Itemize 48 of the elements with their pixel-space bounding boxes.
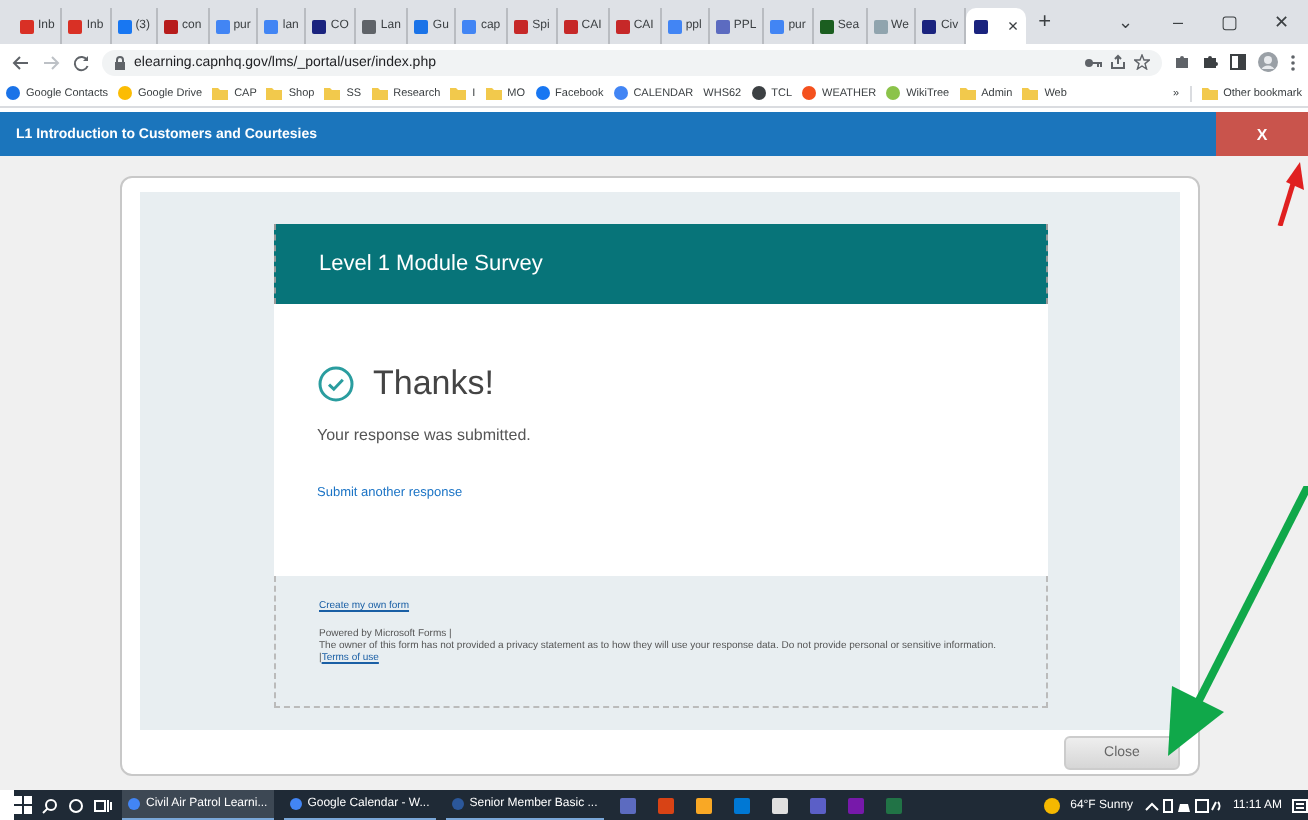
back-icon[interactable] — [12, 53, 30, 71]
site-icon — [802, 86, 816, 100]
folder-icon — [1022, 85, 1039, 101]
windows-start-icon[interactable] — [14, 796, 32, 814]
pinned-app-icon[interactable] — [695, 797, 712, 813]
site-icon — [751, 86, 766, 100]
folder-icon — [959, 85, 976, 101]
folder-icon — [1201, 85, 1218, 101]
reload-icon[interactable] — [72, 53, 90, 71]
search-icon[interactable] — [42, 797, 58, 813]
task-view-icon[interactable] — [94, 797, 112, 813]
menu-icon[interactable] — [1290, 53, 1296, 71]
circle-icon[interactable] — [68, 797, 84, 813]
thanks-heading: Thanks! — [373, 364, 494, 404]
tab-close-button[interactable]: × — [1007, 16, 1019, 36]
avatar-icon[interactable] — [1258, 52, 1278, 72]
site-icon — [886, 86, 901, 100]
key-icon[interactable] — [1084, 55, 1102, 69]
notification-icon[interactable] — [1292, 797, 1308, 813]
folder-icon — [485, 85, 502, 101]
close-course-button[interactable]: X — [1216, 112, 1308, 156]
browser-tab[interactable]: × — [966, 8, 1027, 44]
site-icon — [613, 86, 628, 100]
extension-icon[interactable] — [1174, 54, 1190, 70]
share-icon[interactable] — [1110, 54, 1126, 70]
star-icon[interactable] — [1134, 54, 1150, 70]
pinned-app-icon[interactable] — [771, 797, 788, 813]
window-control[interactable]: – — [1152, 12, 1204, 32]
window-control[interactable]: ✕ — [1256, 12, 1308, 32]
form-title: Level 1 Module Survey — [273, 224, 1047, 304]
site-icon — [6, 86, 20, 100]
sun-icon — [1044, 797, 1061, 813]
window-control[interactable]: ⌄ — [1100, 12, 1152, 32]
folder-icon — [324, 85, 341, 101]
folder-icon — [450, 85, 467, 101]
folder-icon — [266, 85, 283, 101]
new-tab-button[interactable]: + — [1038, 10, 1052, 34]
lock-icon — [114, 55, 126, 69]
confirmation-message: Your response was submitted. — [317, 426, 533, 444]
site-icon — [117, 86, 132, 100]
puzzle-icon[interactable] — [1202, 54, 1218, 70]
tray-icons-drawing — [1143, 797, 1224, 813]
side-panel-icon[interactable] — [1230, 54, 1246, 70]
folder-icon — [371, 85, 388, 101]
site-icon — [535, 86, 550, 100]
folder-icon — [212, 85, 229, 101]
window-control[interactable]: ▢ — [1204, 12, 1256, 32]
check-circle-icon — [317, 366, 353, 402]
